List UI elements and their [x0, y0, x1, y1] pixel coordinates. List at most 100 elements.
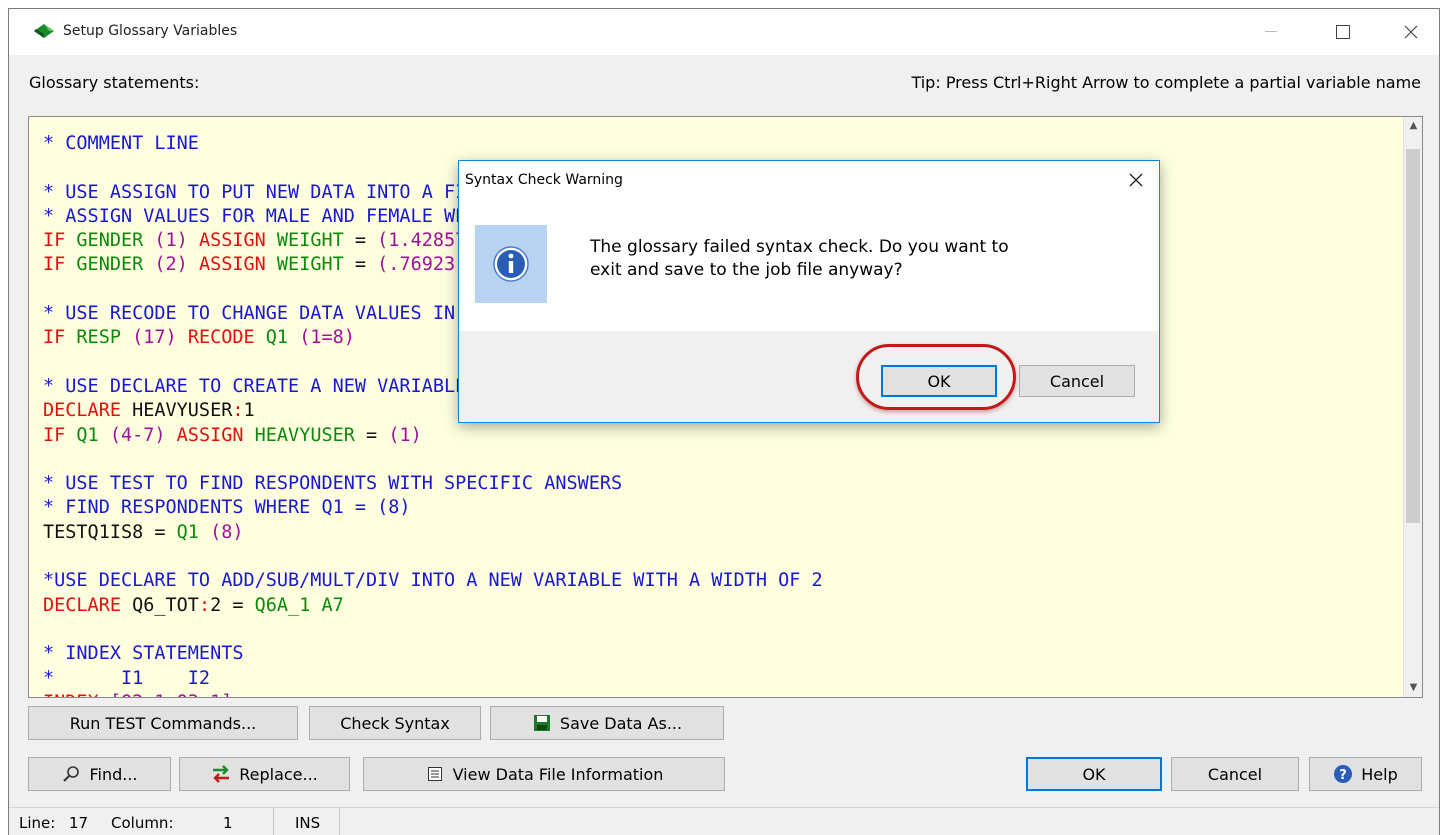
status-bar: Line: 17 Column: 1 INS — [9, 807, 1439, 835]
code-token: * ASSIGN VALUES FOR MALE AND FEMALE WEIG… — [43, 205, 522, 227]
code-token: [Q2_1 Q3_1] — [110, 692, 233, 697]
status-line-label: Line: — [19, 814, 56, 832]
code-token: WEIGHT — [276, 254, 355, 276]
code-token: ASSIGN — [198, 254, 277, 276]
ok-label: OK — [1082, 764, 1106, 784]
scroll-thumb[interactable] — [1406, 149, 1420, 523]
code-token: (1) — [154, 230, 199, 252]
dialog-message: The glossary failed syntax check. Do you… — [590, 236, 1110, 282]
code-token: DECLARE — [43, 400, 133, 422]
code-line[interactable]: IF Q1 (4-7) ASSIGN HEAVYUSER = (1) — [43, 424, 823, 448]
check-syntax-button[interactable]: Check Syntax — [309, 706, 481, 740]
status-divider — [339, 808, 340, 835]
code-token: : — [232, 400, 244, 422]
code-token: (4-7) — [109, 424, 177, 446]
code-token: = — [366, 424, 389, 446]
code-token: RECODE — [187, 327, 266, 349]
code-line[interactable]: * INDEX STATEMENTS — [43, 642, 823, 666]
code-line[interactable]: *USE DECLARE TO ADD/SUB/MULT/DIV INTO A … — [43, 569, 823, 593]
svg-text:?: ? — [1339, 768, 1347, 783]
code-token: * COMMENT LINE — [43, 133, 199, 154]
app-icon — [34, 24, 54, 38]
magnifier-icon — [61, 764, 81, 784]
status-divider — [273, 808, 274, 835]
minimize-icon — [1265, 31, 1277, 32]
replace-label: Replace... — [239, 764, 318, 784]
dialog-title-bar: Syntax Check Warning — [459, 161, 1159, 199]
code-token: (.76923) — [377, 254, 467, 276]
code-line[interactable]: * FIND RESPONDENTS WHERE Q1 = (8) — [43, 496, 823, 520]
code-line[interactable]: INDEX [Q2_1 Q3_1] — [43, 691, 823, 697]
dialog-message-line: The glossary failed syntax check. Do you… — [590, 237, 1009, 257]
scroll-up-icon[interactable]: ▲ — [1404, 117, 1422, 135]
code-token: WEIGHT — [276, 230, 355, 252]
code-line[interactable]: * I1 I2 — [43, 667, 823, 691]
save-data-as-button[interactable]: Save Data As... — [490, 706, 724, 740]
maximize-icon — [1336, 25, 1350, 39]
code-line[interactable]: DECLARE Q6_TOT:2 = Q6A_1 A7 — [43, 594, 823, 618]
code-line[interactable]: TESTQ1IS8 = Q1 (8) — [43, 521, 823, 545]
code-token: * FIND RESPONDENTS WHERE Q1 = (8) — [43, 497, 411, 519]
code-token: * USE TEST TO FIND RESPONDENTS WITH SPEC… — [43, 473, 623, 495]
code-token: = — [354, 254, 378, 276]
code-line[interactable]: * USE TEST TO FIND RESPONDENTS WITH SPEC… — [43, 472, 823, 496]
view-info-label: View Data File Information — [452, 764, 664, 784]
code-token: HEAVYUSER — [254, 424, 367, 446]
title-bar: Setup Glossary Variables — [9, 9, 1439, 55]
close-icon — [1404, 25, 1418, 39]
replace-arrows-icon — [211, 764, 231, 784]
status-column-value: 1 — [223, 814, 233, 832]
help-button[interactable]: ? Help — [1309, 757, 1422, 791]
status-line-value: 17 — [69, 814, 89, 832]
window-title: Setup Glossary Variables — [63, 23, 238, 39]
ok-button[interactable]: OK — [1026, 757, 1162, 791]
code-token: 1 — [243, 400, 255, 422]
maximize-button[interactable] — [1319, 9, 1367, 55]
cancel-button[interactable]: Cancel — [1171, 757, 1299, 791]
code-token: (1=8) — [299, 327, 355, 349]
close-button[interactable] — [1387, 9, 1435, 55]
run-test-commands-button[interactable]: Run TEST Commands... — [28, 706, 298, 740]
code-line[interactable]: * COMMENT LINE — [43, 132, 823, 156]
help-icon: ? — [1333, 764, 1353, 784]
code-token: RESP — [76, 327, 133, 349]
code-token: = — [154, 521, 177, 543]
status-insert-mode: INS — [295, 814, 321, 832]
code-token: IF — [43, 424, 77, 446]
code-token: = — [232, 594, 255, 616]
minimize-button[interactable] — [1247, 9, 1295, 55]
code-token: IF — [43, 327, 77, 349]
view-data-file-information-button[interactable]: View Data File Information — [363, 757, 725, 791]
replace-button[interactable]: Replace... — [179, 757, 350, 791]
dialog-title: Syntax Check Warning — [465, 172, 623, 188]
code-token: IF — [43, 254, 77, 276]
dialog-message-line: exit and save to the job file anyway? — [590, 260, 903, 280]
status-column-label: Column: — [111, 814, 174, 832]
info-icon-panel — [475, 225, 547, 303]
info-icon — [493, 246, 529, 282]
cancel-label: Cancel — [1207, 764, 1263, 784]
code-token: DECLARE — [43, 594, 133, 616]
code-line[interactable] — [43, 618, 823, 642]
code-token: * USE ASSIGN TO PUT NEW DATA INTO A FIEL… — [43, 181, 500, 203]
code-token: (8) — [210, 521, 244, 543]
save-icon — [532, 713, 552, 733]
help-label: Help — [1361, 764, 1398, 784]
code-token: (2) — [154, 254, 199, 276]
code-line[interactable] — [43, 448, 823, 472]
document-list-icon — [425, 764, 445, 784]
dialog-cancel-button[interactable]: Cancel — [1019, 365, 1135, 397]
code-token: = — [354, 230, 378, 252]
dialog-close-button[interactable] — [1121, 167, 1151, 193]
dialog-cancel-label: Cancel — [1049, 371, 1105, 391]
code-line[interactable] — [43, 545, 823, 569]
code-token: ASSIGN — [198, 230, 277, 252]
tip-text: Tip: Press Ctrl+Right Arrow to complete … — [911, 73, 1421, 92]
scroll-down-icon[interactable]: ▼ — [1404, 679, 1422, 697]
vertical-scrollbar[interactable]: ▲ ▼ — [1403, 117, 1422, 697]
code-token: A7 — [321, 594, 344, 616]
code-token: Q6_TOT — [132, 594, 199, 616]
glossary-statements-label: Glossary statements: — [29, 73, 200, 92]
syntax-check-warning-dialog: Syntax Check Warning The glossary failed… — [458, 160, 1160, 423]
find-button[interactable]: Find... — [28, 757, 171, 791]
